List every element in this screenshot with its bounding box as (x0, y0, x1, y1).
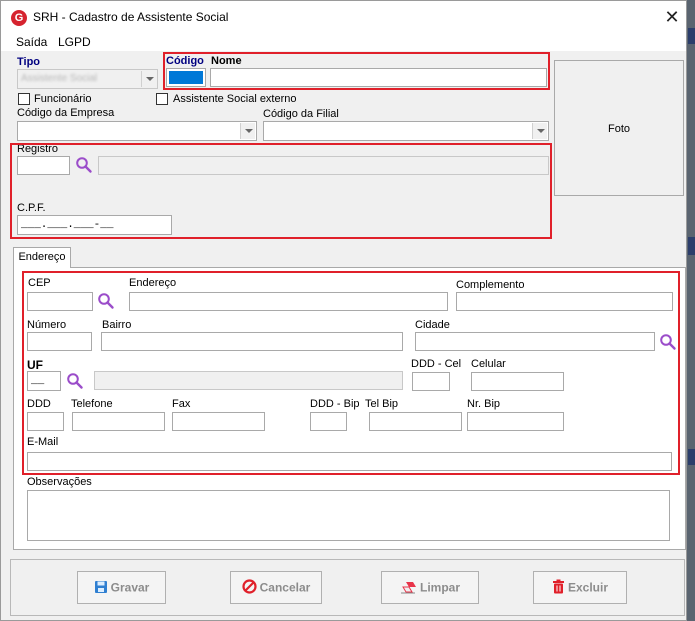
background-window-edge (688, 237, 695, 255)
cancel-icon (242, 579, 257, 594)
tipo-label: Tipo (17, 56, 41, 68)
excluir-button[interactable]: Excluir (533, 571, 627, 604)
empresa-select[interactable] (17, 121, 257, 141)
gravar-label: Gravar (110, 580, 150, 595)
background-window-edge (688, 28, 695, 44)
observacoes-label: Observações (27, 476, 92, 488)
window-title: SRH - Cadastro de Assistente Social (33, 10, 229, 24)
close-button[interactable]: ✕ (657, 3, 686, 31)
excluir-label: Excluir (567, 580, 609, 595)
menu-item-saida[interactable]: Saída (16, 35, 47, 49)
highlight-box-nome (163, 52, 550, 90)
filial-select[interactable] (263, 121, 549, 141)
cancelar-label: Cancelar (259, 580, 311, 595)
menu-bar: Saída LGPD (1, 33, 686, 51)
menu-item-lgpd[interactable]: LGPD (58, 35, 91, 49)
empresa-label: Código da Empresa (17, 107, 115, 119)
observacoes-textarea[interactable] (27, 490, 670, 541)
chevron-down-icon[interactable] (240, 123, 255, 139)
chevron-down-icon[interactable] (141, 71, 156, 87)
funcionario-checkbox[interactable] (18, 93, 30, 105)
eraser-icon (400, 581, 416, 594)
dialog-window: G SRH - Cadastro de Assistente Social ✕ … (0, 0, 687, 621)
externo-checkbox[interactable] (156, 93, 168, 105)
highlight-box-registro (10, 143, 552, 239)
tab-endereco[interactable]: Endereço (13, 247, 71, 268)
trash-icon (552, 579, 564, 594)
save-icon (94, 580, 107, 593)
filial-label: Código da Filial (263, 108, 339, 120)
foto-label: Foto (607, 123, 630, 135)
externo-label: Assistente Social externo (173, 93, 297, 105)
limpar-label: Limpar (419, 580, 460, 595)
background-window-edge (688, 449, 695, 465)
gravar-button[interactable]: Gravar (77, 571, 166, 604)
tipo-select-value: Assistente Social (21, 73, 98, 84)
button-bar: Gravar Cancelar Limpar Excluir (10, 559, 685, 616)
title-bar: G SRH - Cadastro de Assistente Social ✕ (1, 1, 686, 33)
tipo-select[interactable]: Assistente Social (17, 69, 158, 89)
foto-frame[interactable]: Foto (554, 60, 684, 196)
cancelar-button[interactable]: Cancelar (230, 571, 322, 604)
highlight-box-endereco (22, 271, 680, 475)
limpar-button[interactable]: Limpar (381, 571, 479, 604)
chevron-down-icon[interactable] (532, 123, 547, 139)
app-logo-icon: G (11, 10, 27, 26)
funcionario-label: Funcionário (34, 93, 92, 105)
